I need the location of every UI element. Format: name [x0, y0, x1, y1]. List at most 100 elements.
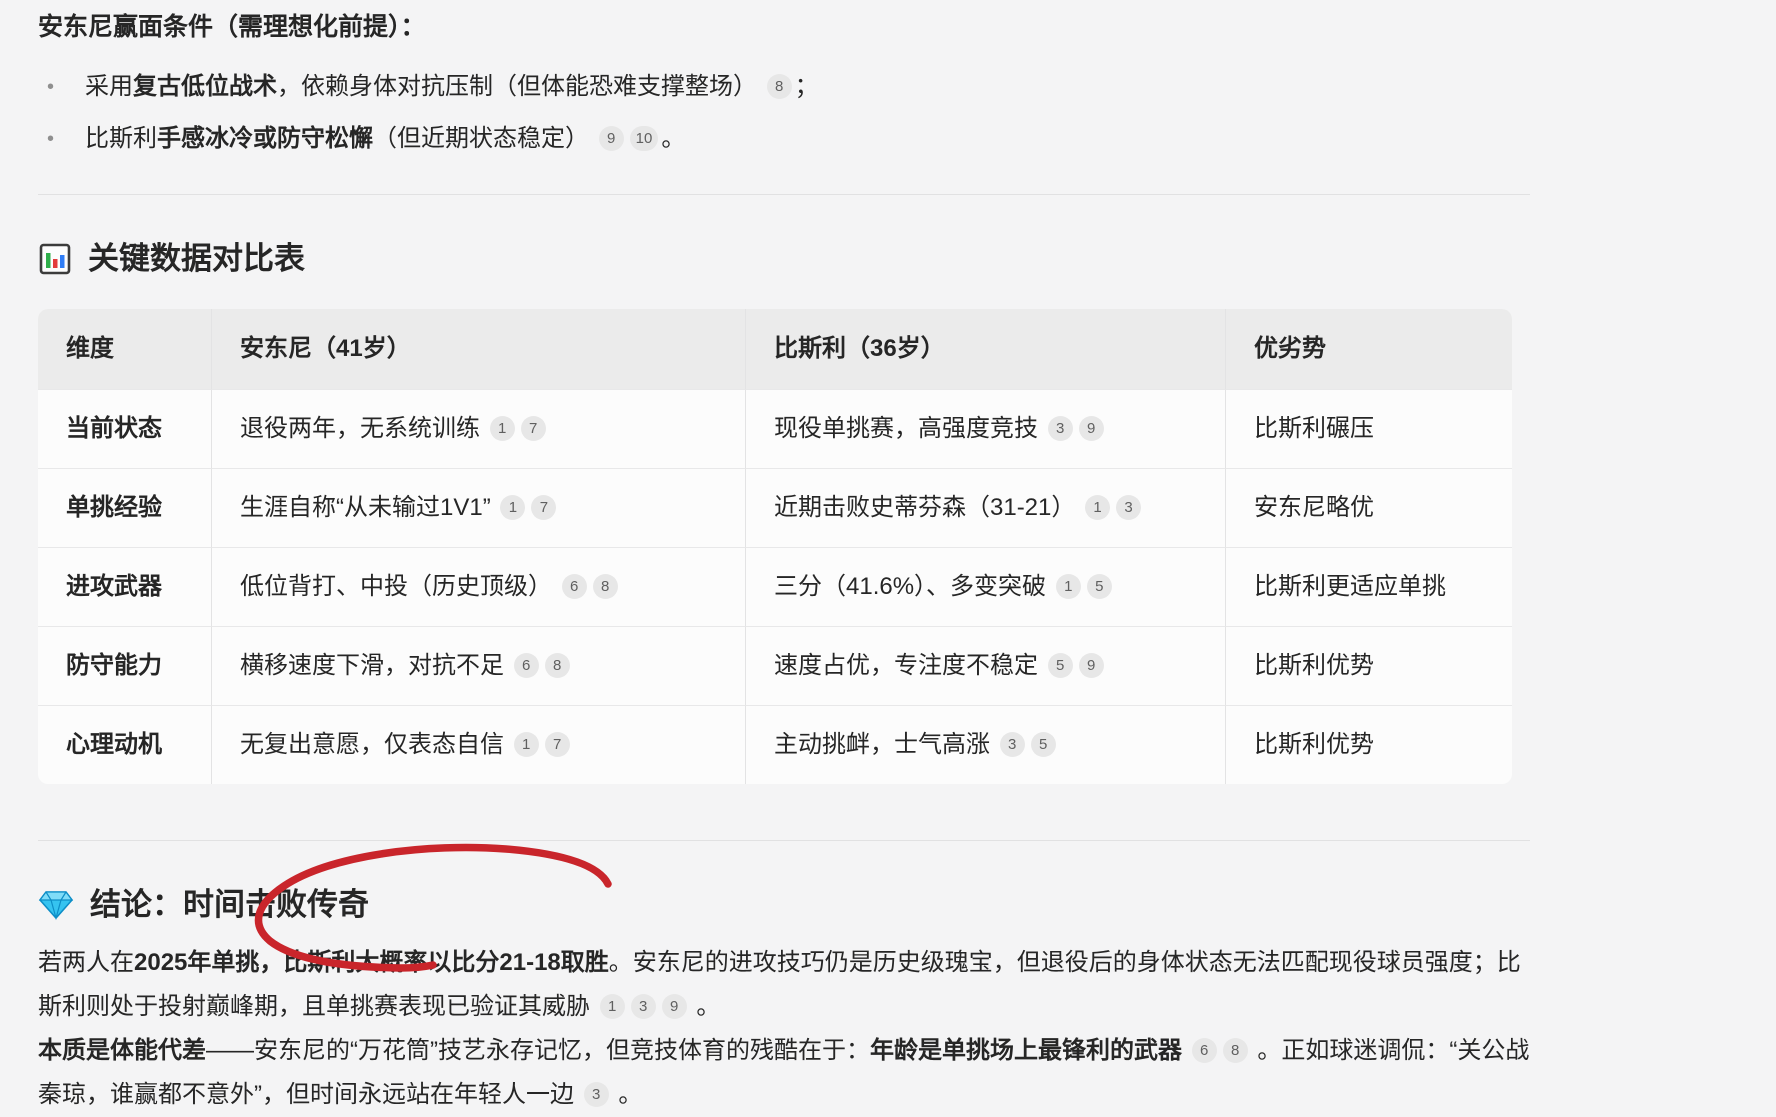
list-item: • 比斯利手感冰冷或防守松懈（但近期状态稳定） 910。	[38, 122, 1736, 156]
cell-dimension: 心理动机	[38, 705, 211, 784]
page: { "colors": { "page_bg": "#f4f4f5", "tab…	[0, 0, 1776, 1080]
citation-badge[interactable]: 9	[1079, 416, 1104, 441]
citation-badge[interactable]: 10	[630, 126, 659, 151]
citation-badge[interactable]: 7	[521, 416, 546, 441]
cell-anthony: 无复出意愿，仅表态自信 17	[211, 705, 745, 784]
citation-badge[interactable]: 9	[1079, 653, 1104, 678]
win-conditions-heading: 安东尼赢面条件（需理想化前提）：	[38, 10, 1736, 44]
bullet-tail: 。	[661, 125, 685, 152]
table-row: 当前状态 退役两年，无系统训练 17 现役单挑赛，高强度竞技 39 比斯利碾压	[38, 389, 1512, 468]
bullet-text: 采用复古低位战术，依赖身体对抗压制（但体能恐难支撑整场） 8；	[85, 70, 819, 104]
table-header-row: 维度 安东尼（41岁） 比斯利（36岁） 优劣势	[38, 309, 1512, 389]
cell-verdict: 比斯利碾压	[1225, 389, 1512, 468]
cell-text: 现役单挑赛，高强度竞技	[774, 415, 1038, 442]
cell-text: 横移速度下滑，对抗不足	[240, 652, 504, 679]
paragraph-tail: 。	[696, 993, 720, 1020]
bullet-dot-icon: •	[38, 70, 85, 104]
cell-anthony: 退役两年，无系统训练 17	[211, 389, 745, 468]
citation-badge[interactable]: 7	[531, 495, 556, 520]
bold-text: 手感冰冷或防守松懈	[157, 125, 373, 152]
bullet-dot-icon: •	[38, 122, 85, 156]
cell-dimension: 进攻武器	[38, 547, 211, 626]
citation-badge[interactable]: 1	[1085, 495, 1110, 520]
citation-badge[interactable]: 1	[1056, 574, 1081, 599]
cell-verdict: 比斯利优势	[1225, 626, 1512, 705]
citation-badge[interactable]: 3	[631, 994, 656, 1019]
cell-beasley: 三分（41.6%）、多变突破 15	[745, 547, 1225, 626]
divider	[38, 194, 1530, 195]
cell-beasley: 主动挑衅，士气高涨 35	[745, 705, 1225, 784]
citation-badge[interactable]: 8	[593, 574, 618, 599]
citation-badge[interactable]: 1	[514, 732, 539, 757]
cell-beasley: 速度占优，专注度不稳定 59	[745, 626, 1225, 705]
comparison-table: 维度 安东尼（41岁） 比斯利（36岁） 优劣势 当前状态 退役两年，无系统训练…	[38, 309, 1512, 784]
cell-dimension: 防守能力	[38, 626, 211, 705]
citation-badge[interactable]: 6	[1192, 1038, 1217, 1063]
table-row: 单挑经验 生涯自称“从未输过1V1” 17 近期击败史蒂芬森（31-21） 13…	[38, 468, 1512, 547]
bullet-segment: （但近期状态稳定）	[373, 125, 589, 152]
table-body: 当前状态 退役两年，无系统训练 17 现役单挑赛，高强度竞技 39 比斯利碾压 …	[38, 389, 1512, 784]
citation-badge[interactable]: 5	[1031, 732, 1056, 757]
cell-verdict: 比斯利更适应单挑	[1225, 547, 1512, 626]
table-section-heading: 关键数据对比表	[38, 239, 1736, 279]
citation-badge[interactable]: 3	[1048, 416, 1073, 441]
cell-beasley: 现役单挑赛，高强度竞技 39	[745, 389, 1225, 468]
citation-badge[interactable]: 1	[490, 416, 515, 441]
bullet-segment: ，依赖身体对抗压制（但体能恐难支撑整场）	[277, 73, 757, 100]
cell-text: 退役两年，无系统训练	[240, 415, 480, 442]
citation-badge[interactable]: 8	[767, 74, 792, 99]
cell-text: 近期击败史蒂芬森（31-21）	[774, 494, 1075, 521]
citation-badge[interactable]: 9	[599, 126, 624, 151]
citation-badge[interactable]: 1	[500, 495, 525, 520]
cell-anthony: 生涯自称“从未输过1V1” 17	[211, 468, 745, 547]
bold-text: 本质是体能代差	[38, 1037, 206, 1064]
list-item: • 采用复古低位战术，依赖身体对抗压制（但体能恐难支撑整场） 8；	[38, 70, 1736, 104]
cell-verdict: 安东尼略优	[1225, 468, 1512, 547]
citation-badge[interactable]: 8	[545, 653, 570, 678]
table-row: 防守能力 横移速度下滑，对抗不足 68 速度占优，专注度不稳定 59 比斯利优势	[38, 626, 1512, 705]
paragraph-tail: 。	[618, 1081, 642, 1108]
bold-text: 2025年单挑，比斯利大概率以比分21-18取胜	[134, 949, 609, 976]
conclusion-paragraph-2: 本质是体能代差——安东尼的“万花筒”技艺永存记忆，但竞技体育的残酷在于：年龄是单…	[38, 1029, 1538, 1117]
cell-text: 生涯自称“从未输过1V1”	[240, 494, 491, 521]
citation-badge[interactable]: 9	[662, 994, 687, 1019]
cell-dimension: 单挑经验	[38, 468, 211, 547]
citation-badge[interactable]: 7	[545, 732, 570, 757]
citation-badge[interactable]: 8	[1223, 1038, 1248, 1063]
table-row: 进攻武器 低位背打、中投（历史顶级） 68 三分（41.6%）、多变突破 15 …	[38, 547, 1512, 626]
citation-badge[interactable]: 6	[514, 653, 539, 678]
citation-badge[interactable]: 3	[584, 1082, 609, 1107]
citation-badge[interactable]: 5	[1087, 574, 1112, 599]
column-header-beasley: 比斯利（36岁）	[745, 309, 1225, 389]
conclusion-title: 结论：时间击败传奇	[90, 885, 369, 925]
citation-badge[interactable]: 1	[600, 994, 625, 1019]
cell-text: 无复出意愿，仅表态自信	[240, 731, 504, 758]
citation-badge[interactable]: 6	[562, 574, 587, 599]
cell-text: 低位背打、中投（历史顶级）	[240, 573, 552, 600]
bold-text: 复古低位战术	[133, 73, 277, 100]
cell-dimension: 当前状态	[38, 389, 211, 468]
citation-badge[interactable]: 3	[1116, 495, 1141, 520]
win-conditions-list: • 采用复古低位战术，依赖身体对抗压制（但体能恐难支撑整场） 8； • 比斯利手…	[38, 70, 1736, 156]
table-section-title: 关键数据对比表	[88, 239, 305, 279]
cell-text: 三分（41.6%）、多变突破	[774, 573, 1046, 600]
column-header-anthony: 安东尼（41岁）	[211, 309, 745, 389]
bar-chart-icon	[38, 242, 72, 276]
citation-badge[interactable]: 5	[1048, 653, 1073, 678]
conclusion-heading: 结论：时间击败传奇	[38, 885, 1736, 925]
cell-text: 速度占优，专注度不稳定	[774, 652, 1038, 679]
cell-verdict: 比斯利优势	[1225, 705, 1512, 784]
column-header-dimension: 维度	[38, 309, 211, 389]
conclusion-paragraph-1: 若两人在2025年单挑，比斯利大概率以比分21-18取胜。安东尼的进攻技巧仍是历…	[38, 941, 1538, 1029]
table-head: 维度 安东尼（41岁） 比斯利（36岁） 优劣势	[38, 309, 1512, 389]
bullet-text: 比斯利手感冰冷或防守松懈（但近期状态稳定） 910。	[85, 122, 685, 156]
cell-beasley: 近期击败史蒂芬森（31-21） 13	[745, 468, 1225, 547]
gem-icon	[38, 889, 74, 921]
bullet-tail: ；	[795, 73, 819, 100]
paragraph-segment: 若两人在	[38, 949, 134, 976]
table-row: 心理动机 无复出意愿，仅表态自信 17 主动挑衅，士气高涨 35 比斯利优势	[38, 705, 1512, 784]
bullet-segment: 比斯利	[85, 125, 157, 152]
citation-badge[interactable]: 3	[1000, 732, 1025, 757]
cell-anthony: 低位背打、中投（历史顶级） 68	[211, 547, 745, 626]
column-header-verdict: 优劣势	[1225, 309, 1512, 389]
